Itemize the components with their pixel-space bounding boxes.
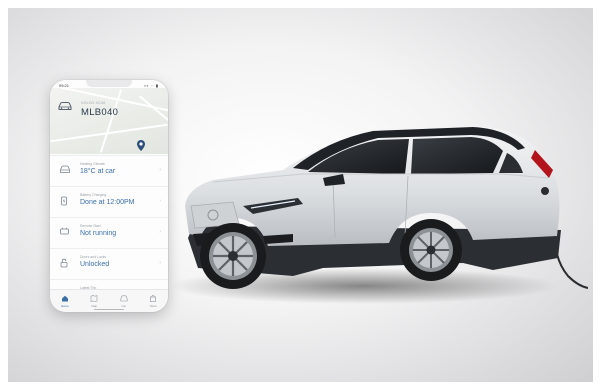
lock-icon (60, 258, 68, 268)
car-image (168, 118, 589, 323)
list-item-label: Remote Start (80, 224, 101, 228)
tab-home[interactable]: Home (50, 290, 80, 312)
tab-store[interactable]: Store (139, 290, 169, 312)
tab-label: Store (149, 304, 157, 308)
tab-label: Map (91, 304, 98, 308)
car-model-label: VOLVO XC40 (81, 101, 106, 105)
map-view[interactable] (50, 86, 168, 154)
car-name: MLB040 (81, 107, 119, 118)
status-bar: 09:21 ▪▪ ◦ ▮ (50, 80, 168, 90)
home-indicator (94, 308, 124, 310)
list-item-remote-start[interactable]: Remote Start Not running › (50, 217, 168, 248)
engine-icon (60, 227, 69, 235)
map-icon (90, 295, 98, 302)
car-icon (58, 102, 72, 110)
chevron-right-icon: › (159, 167, 161, 173)
tab-label: Car (121, 304, 127, 308)
list-item-label: Doors and Locks (80, 255, 107, 259)
phone-mockup: 09:21 ▪▪ ◦ ▮ VOLVO XC40 MLB040 Heating C… (50, 80, 168, 312)
climate-icon (60, 165, 70, 173)
store-icon (150, 295, 157, 302)
list-item-label: Heating Climate (80, 162, 105, 166)
chevron-right-icon: › (159, 198, 161, 204)
chevron-right-icon: › (159, 260, 161, 266)
chevron-right-icon: › (159, 229, 161, 235)
list-item-value: 18°C at car (80, 168, 116, 175)
charging-icon (61, 196, 67, 206)
status-list: Heating Climate 18°C at car › Battery Ch… (50, 155, 168, 310)
list-item-value: Not running (80, 230, 117, 237)
status-icons: ▪▪ ◦ ▮ (144, 83, 159, 88)
location-pin-icon[interactable] (137, 140, 145, 151)
tab-bar: Home Map Car Store (50, 289, 168, 312)
status-time: 09:21 (59, 83, 70, 88)
list-item-value: Unlocked (80, 261, 110, 268)
home-icon (61, 295, 68, 302)
list-item-climate[interactable]: Heating Climate 18°C at car › (50, 155, 168, 186)
list-item-locks[interactable]: Doors and Locks Unlocked › (50, 248, 168, 279)
list-item-charging[interactable]: Battery Charging Done at 12:00PM › (50, 186, 168, 217)
tab-label: Home (60, 304, 69, 308)
car-icon (120, 295, 128, 302)
list-item-label: Battery Charging (80, 193, 107, 197)
product-image: 09:21 ▪▪ ◦ ▮ VOLVO XC40 MLB040 Heating C… (8, 8, 593, 382)
list-item-value: Done at 12:00PM (80, 199, 135, 206)
